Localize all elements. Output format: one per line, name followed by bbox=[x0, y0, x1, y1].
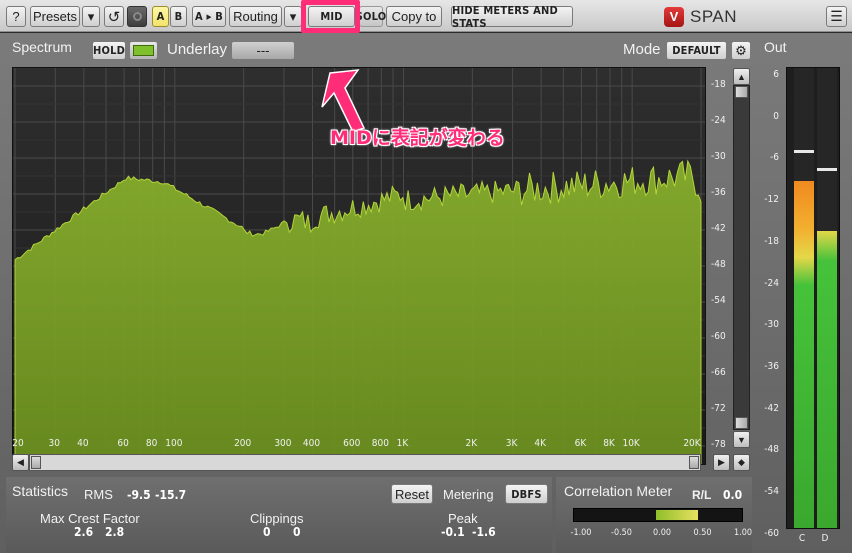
annotation-overlay bbox=[321, 69, 366, 133]
annotation-callout: MIDに表記が変わる bbox=[330, 127, 505, 149]
